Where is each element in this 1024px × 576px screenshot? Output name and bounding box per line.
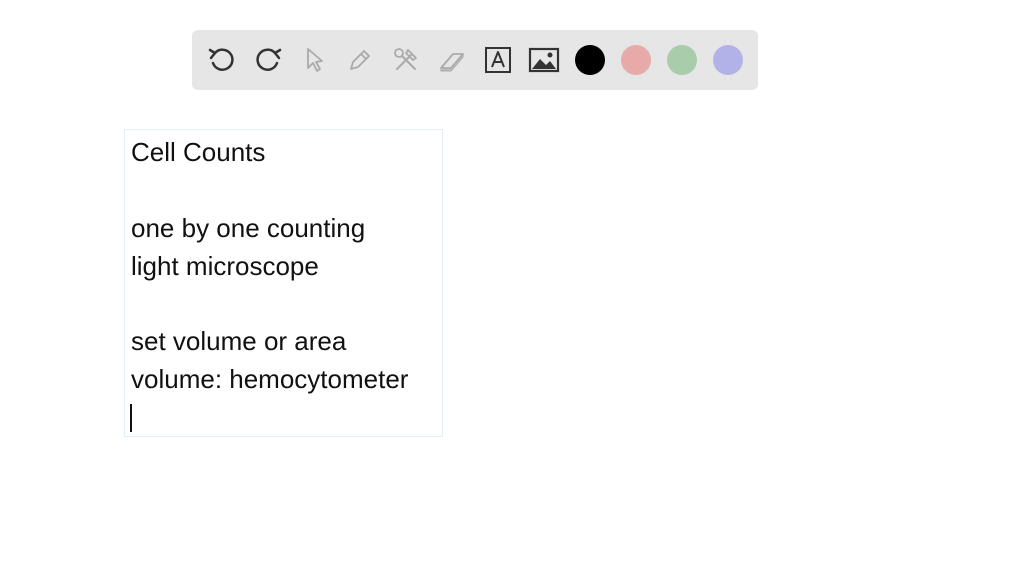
drawing-toolbar [192,30,758,90]
redo-icon [256,48,282,71]
eraser-icon [440,52,464,72]
undo-button[interactable] [202,40,242,80]
eraser-tool-button[interactable] [432,40,472,80]
color-swatch-lavender[interactable] [713,45,743,75]
redo-button[interactable] [248,40,288,80]
image-tool-button[interactable] [524,40,564,80]
note-line: volume: hemocytometer [131,364,409,394]
note-line: one by one counting [131,213,366,243]
undo-icon [208,48,234,71]
pen-icon [350,50,370,70]
note-title: Cell Counts [131,137,266,167]
select-tool-button[interactable] [294,40,334,80]
color-swatch-pink[interactable] [621,45,651,75]
note-line: light microscope [131,251,319,281]
color-swatch-black[interactable] [575,45,605,75]
image-tool-icon [528,47,560,73]
tools-button[interactable] [386,40,426,80]
tools-icon [394,48,417,70]
note-line: set volume or area [131,326,347,356]
color-swatch-green[interactable] [667,45,697,75]
text-tool-button[interactable] [478,40,518,80]
select-cursor-icon [307,48,323,72]
text-tool-icon [485,47,511,73]
pen-tool-button[interactable] [340,40,380,80]
text-caret [130,404,132,432]
